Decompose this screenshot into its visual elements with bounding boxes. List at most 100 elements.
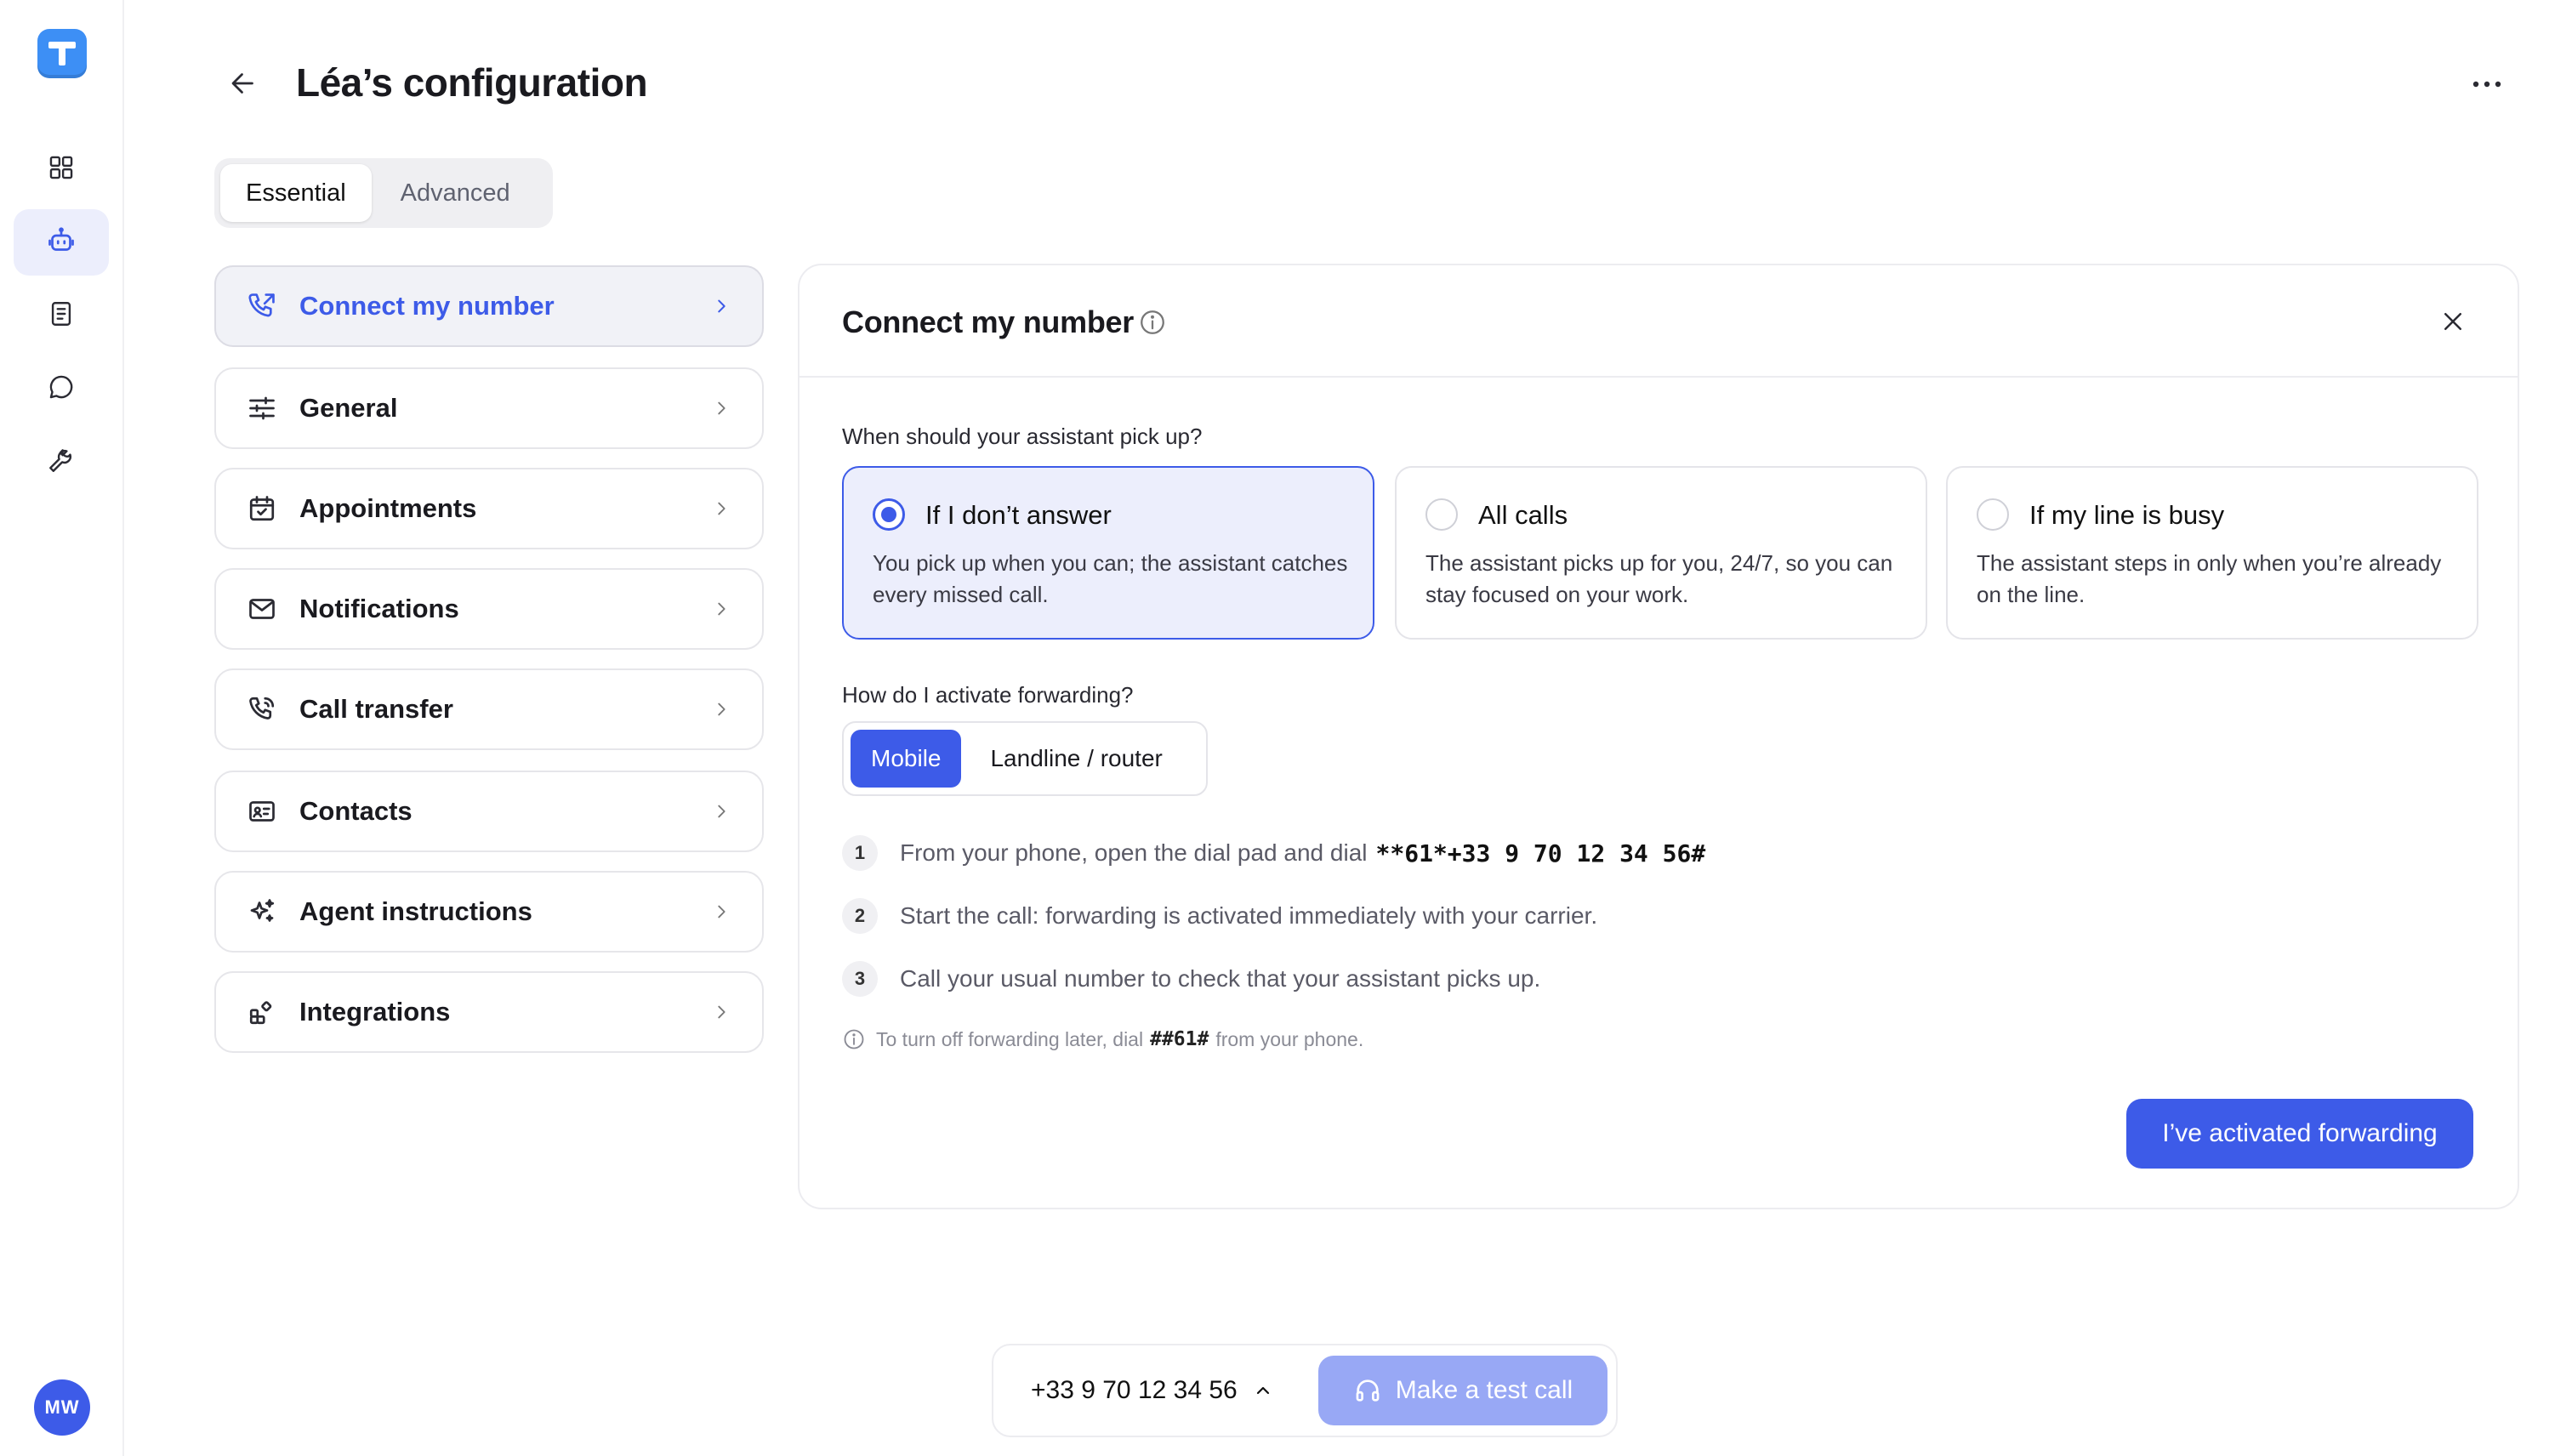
- rail-item-assistants[interactable]: [14, 209, 109, 276]
- close-icon: [2440, 309, 2466, 338]
- make-test-call-label: Make a test call: [1395, 1376, 1573, 1404]
- sparkles-icon: [245, 895, 279, 929]
- step-text: Start the call: forwarding is activated …: [900, 902, 1598, 929]
- step-number: 2: [842, 898, 878, 934]
- calendar-check-icon: [245, 492, 279, 526]
- chat-icon: [47, 373, 76, 406]
- chevron-right-icon: [709, 597, 733, 621]
- menu-item-appointments[interactable]: Appointments: [214, 468, 764, 549]
- pickup-option-line-busy[interactable]: If my line is busy The assistant steps i…: [1946, 466, 2478, 640]
- instruction-step: 1 From your phone, open the dial pad and…: [842, 835, 1705, 871]
- app-logo[interactable]: [37, 29, 87, 78]
- pickup-question-label: When should your assistant pick up?: [842, 424, 1203, 449]
- rail-item-tools[interactable]: [14, 429, 109, 495]
- app-root: MW Léa’s configuration Essential Advance…: [0, 0, 2572, 1456]
- note-text-after: from your phone.: [1215, 1027, 1364, 1050]
- back-button[interactable]: [223, 65, 264, 105]
- panel-title: Connect my number: [842, 304, 1134, 339]
- note-text-before: To turn off forwarding later, dial: [876, 1027, 1144, 1050]
- rail-item-docs[interactable]: [14, 282, 109, 349]
- headset-icon: [1353, 1376, 1382, 1405]
- menu-item-label: Call transfer: [299, 694, 453, 724]
- phone-forward-icon: [245, 289, 279, 323]
- make-test-call-button[interactable]: Make a test call: [1318, 1356, 1608, 1425]
- option-description: The assistant picks up for you, 24/7, so…: [1425, 550, 1893, 607]
- info-icon[interactable]: [1138, 308, 1167, 337]
- radio-button[interactable]: [873, 498, 905, 531]
- config-tabs: Essential Advanced: [214, 158, 553, 228]
- tab-advanced[interactable]: Advanced: [375, 164, 536, 222]
- chevron-right-icon: [709, 799, 733, 823]
- connect-number-panel: Connect my number When should your assis…: [798, 264, 2519, 1209]
- chevron-right-icon: [709, 1000, 733, 1024]
- avatar[interactable]: MW: [34, 1379, 90, 1436]
- info-icon: [842, 1027, 866, 1051]
- rail-item-conversations[interactable]: [14, 355, 109, 422]
- menu-item-contacts[interactable]: Contacts: [214, 771, 764, 852]
- chevron-up-icon: [1253, 1380, 1273, 1401]
- step-text: Call your usual number to check that you…: [900, 965, 1541, 992]
- menu-item-connect-my-number[interactable]: Connect my number: [214, 265, 764, 347]
- menu-item-agent-instructions[interactable]: Agent instructions: [214, 871, 764, 953]
- note-code: ##61#: [1150, 1028, 1209, 1050]
- instruction-step: 2 Start the call: forwarding is activate…: [842, 898, 1597, 934]
- mail-icon: [245, 592, 279, 626]
- sidebar-rail: MW: [0, 0, 124, 1456]
- more-options-button[interactable]: [2463, 68, 2511, 102]
- option-description: The assistant steps in only when you’re …: [1977, 550, 2442, 607]
- activated-forwarding-button[interactable]: I’ve activated forwarding: [2126, 1099, 2473, 1169]
- radio-button[interactable]: [1977, 498, 2009, 531]
- step-number: 1: [842, 835, 878, 871]
- menu-item-label: Appointments: [299, 493, 477, 523]
- segment-landline-router[interactable]: Landline / router: [970, 730, 1182, 788]
- contact-card-icon: [245, 794, 279, 828]
- pickup-option-no-answer[interactable]: If I don’t answer You pick up when you c…: [842, 466, 1374, 640]
- menu-item-call-transfer[interactable]: Call transfer: [214, 668, 764, 750]
- option-title: If I don’t answer: [925, 500, 1112, 530]
- robot-icon: [46, 225, 77, 260]
- sliders-icon: [245, 391, 279, 425]
- grid-icon: [47, 153, 76, 186]
- chevron-right-icon: [709, 900, 733, 924]
- option-title: All calls: [1478, 500, 1568, 530]
- menu-item-label: Agent instructions: [299, 896, 532, 926]
- step-number: 3: [842, 961, 878, 997]
- menu-item-notifications[interactable]: Notifications: [214, 568, 764, 650]
- dial-code: **61*+33 9 70 12 34 56#: [1375, 839, 1706, 867]
- close-button[interactable]: [2433, 303, 2473, 344]
- wrench-icon: [47, 446, 76, 479]
- apps-icon: [245, 995, 279, 1029]
- test-call-bar: +33 9 70 12 34 56 Make a test call: [992, 1344, 1618, 1437]
- device-type-toggle: Mobile Landline / router: [842, 721, 1208, 796]
- menu-item-label: Integrations: [299, 997, 451, 1027]
- arrow-left-icon: [228, 68, 259, 103]
- phone-number: +33 9 70 12 34 56: [1031, 1376, 1238, 1404]
- menu-item-label: Notifications: [299, 594, 459, 623]
- option-title: If my line is busy: [2029, 500, 2225, 530]
- chevron-right-icon: [709, 697, 733, 721]
- forwarding-question-label: How do I activate forwarding?: [842, 682, 1134, 708]
- phone-icon: [245, 692, 279, 726]
- menu-item-label: Contacts: [299, 796, 413, 826]
- rail-item-dashboard[interactable]: [14, 136, 109, 202]
- tab-essential[interactable]: Essential: [220, 164, 372, 222]
- chevron-right-icon: [709, 396, 733, 420]
- page-title: Léa’s configuration: [296, 60, 648, 105]
- menu-item-integrations[interactable]: Integrations: [214, 971, 764, 1053]
- segment-mobile[interactable]: Mobile: [851, 730, 962, 788]
- book-icon: [47, 299, 76, 333]
- phone-number-selector[interactable]: +33 9 70 12 34 56: [1031, 1376, 1273, 1405]
- instruction-step: 3 Call your usual number to check that y…: [842, 961, 1540, 997]
- menu-item-label: Connect my number: [299, 291, 555, 321]
- chevron-right-icon: [709, 497, 733, 520]
- menu-item-general[interactable]: General: [214, 367, 764, 449]
- panel-header: Connect my number: [799, 265, 2518, 378]
- chevron-right-icon: [709, 294, 733, 318]
- menu-item-label: General: [299, 393, 398, 423]
- option-description: You pick up when you can; the assistant …: [873, 550, 1348, 607]
- step-text: From your phone, open the dial pad and d…: [900, 839, 1368, 866]
- more-horizontal-icon: [2472, 77, 2502, 93]
- deactivation-note: To turn off forwarding later, dial ##61#…: [842, 1027, 1363, 1051]
- pickup-option-all-calls[interactable]: All calls The assistant picks up for you…: [1395, 466, 1927, 640]
- radio-button[interactable]: [1425, 498, 1458, 531]
